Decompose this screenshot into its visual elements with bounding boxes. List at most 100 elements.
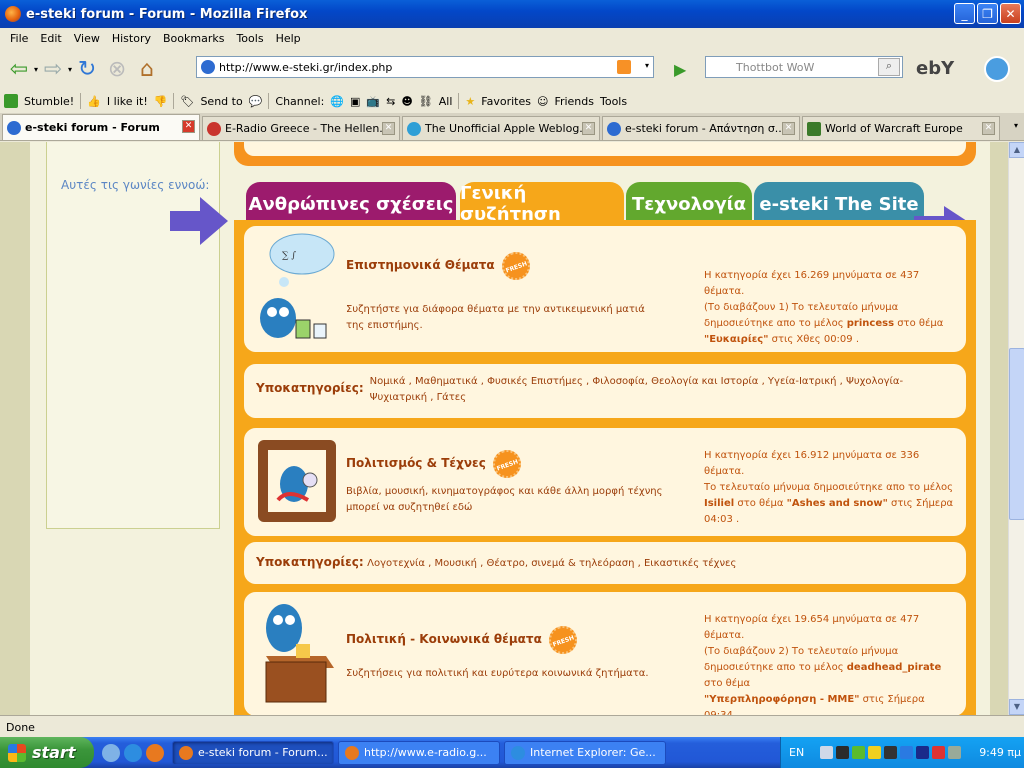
menu-history[interactable]: History bbox=[106, 32, 157, 45]
tray-media-icon[interactable] bbox=[836, 746, 850, 759]
all-dropdown[interactable]: All bbox=[439, 95, 453, 108]
tray-skype-icon[interactable] bbox=[900, 746, 914, 759]
shuffle-icon[interactable]: ⇆ bbox=[386, 95, 395, 108]
tray-network-icon[interactable] bbox=[932, 746, 946, 759]
svg-text:∑ ∫: ∑ ∫ bbox=[282, 251, 296, 261]
category-tab-site[interactable]: e-steki The Site bbox=[754, 182, 924, 222]
url-dropdown-icon[interactable]: ▾ bbox=[645, 61, 649, 70]
reload-icon[interactable]: ↻ bbox=[72, 55, 102, 83]
task-button-ie[interactable]: Internet Explorer: Ge... bbox=[504, 740, 666, 765]
home-icon[interactable]: ⌂ bbox=[132, 55, 162, 83]
task-button-e-radio[interactable]: http://www.e-radio.g... bbox=[338, 740, 500, 765]
category-tab-relationships[interactable]: Ανθρώπινες σχέσεις bbox=[246, 182, 456, 222]
menu-tools[interactable]: Tools bbox=[230, 32, 269, 45]
tab-close-icon[interactable]: ✕ bbox=[982, 122, 995, 135]
last-post-topic-link[interactable]: "Ashes and snow" bbox=[787, 498, 888, 509]
menu-view[interactable]: View bbox=[68, 32, 106, 45]
globe-icon[interactable]: 🌐 bbox=[330, 95, 344, 108]
tv-icon[interactable]: 📺 bbox=[366, 95, 380, 108]
search-input[interactable]: Thottbot WoW ⌕ bbox=[705, 56, 903, 78]
forum-description: Συζητήστε για διάφορα θέματα με την αντι… bbox=[346, 304, 645, 331]
tray-play-icon[interactable] bbox=[916, 746, 930, 759]
fresh-badge-icon: FRESH bbox=[545, 622, 582, 658]
forum-title-link[interactable]: Πολιτισμός & Τέχνες bbox=[346, 456, 486, 470]
menu-help[interactable]: Help bbox=[270, 32, 307, 45]
back-icon[interactable]: ⇦ bbox=[4, 55, 34, 83]
ebay-logo-icon[interactable]: ebY bbox=[916, 58, 954, 79]
language-indicator[interactable]: EN bbox=[789, 746, 804, 759]
thumbs-up-icon[interactable]: 👍 bbox=[87, 95, 101, 108]
stumble-toolbar: Stumble! 👍 I like it! 👎 🏷 Send to 💬 Chan… bbox=[0, 90, 1024, 112]
ie-icon[interactable] bbox=[124, 743, 142, 762]
tray-back-icon[interactable] bbox=[820, 746, 834, 759]
tools-dropdown[interactable]: Tools bbox=[600, 95, 627, 108]
tab-close-icon[interactable]: ✕ bbox=[782, 122, 795, 135]
i-like-it-button[interactable]: I like it! bbox=[107, 95, 148, 108]
go-icon[interactable]: ▶ bbox=[674, 60, 686, 79]
last-post-user-link[interactable]: princess bbox=[847, 318, 894, 329]
category-tab-technology[interactable]: Τεχνολογία bbox=[626, 182, 752, 222]
tag-icon[interactable]: 🏷 bbox=[180, 95, 194, 108]
tab-close-icon[interactable]: ✕ bbox=[182, 120, 195, 133]
minimize-button[interactable]: _ bbox=[954, 3, 975, 24]
thumbs-down-icon[interactable]: 👎 bbox=[154, 95, 168, 108]
left-arrow-icon bbox=[170, 197, 228, 245]
search-icon[interactable]: ⌕ bbox=[878, 58, 900, 76]
task-button-firefox[interactable]: e-steki forum - Forum... bbox=[172, 740, 334, 765]
scroll-down-icon[interactable]: ▼ bbox=[1009, 699, 1024, 715]
subcategories-links[interactable]: Νομικά , Μαθηματικά , Φυσικές Επιστήμες … bbox=[370, 374, 954, 406]
tab-e-steki[interactable]: e-steki forum - Forum ✕ bbox=[2, 114, 200, 140]
stumble-button[interactable]: Stumble! bbox=[24, 95, 74, 108]
photo-icon[interactable]: ▣ bbox=[350, 95, 360, 108]
vertical-scrollbar[interactable]: ▲ ▼ bbox=[1008, 142, 1024, 715]
firefox-quicklaunch-icon[interactable] bbox=[146, 743, 164, 762]
tab-wow[interactable]: World of Warcraft Europe ✕ bbox=[802, 116, 1000, 140]
tab-e-radio[interactable]: E-Radio Greece - The Hellen... ✕ bbox=[202, 116, 400, 140]
favorites-button[interactable]: Favorites bbox=[481, 95, 531, 108]
stop-icon[interactable]: ⊗ bbox=[102, 55, 132, 83]
category-tab-general[interactable]: Γενική συζήτηση bbox=[460, 182, 624, 225]
forum-stats-line: (Το διαβάζουν 1) Το τελευταίο μήνυμα bbox=[704, 302, 899, 313]
star-icon[interactable]: ★ bbox=[465, 95, 475, 108]
task-label: http://www.e-radio.g... bbox=[364, 746, 487, 759]
menu-edit[interactable]: Edit bbox=[34, 32, 67, 45]
last-post-topic-link[interactable]: "Υπερπληροφόρηση - ΜΜΕ" bbox=[704, 694, 859, 705]
link-icon[interactable]: ⛓ bbox=[419, 95, 433, 108]
tray-app-icon[interactable] bbox=[884, 746, 898, 759]
people-icon[interactable]: ☻ bbox=[401, 95, 412, 108]
forum-stats: Η κατηγορία έχει 19.654 μηνύματα σε 477 … bbox=[704, 612, 954, 715]
forum-title-link[interactable]: Πολιτική - Κοινωνικά θέματα bbox=[346, 632, 542, 646]
last-post-user-link[interactable]: deadhead_pirate bbox=[847, 662, 941, 673]
subcategories-links[interactable]: Λογοτεχνία , Μουσική , Θέατρο, σινεμά & … bbox=[367, 558, 736, 569]
forward-icon[interactable]: ⇨ bbox=[38, 55, 68, 83]
forum-stats: Η κατηγορία έχει 16.269 μηνύματα σε 437 … bbox=[704, 268, 954, 348]
tab-close-icon[interactable]: ✕ bbox=[582, 122, 595, 135]
scroll-up-icon[interactable]: ▲ bbox=[1009, 142, 1024, 158]
close-button[interactable]: ✕ bbox=[1000, 3, 1021, 24]
maximize-button[interactable]: ❐ bbox=[977, 3, 998, 24]
scrollbar-thumb[interactable] bbox=[1009, 348, 1024, 520]
tab-list-icon[interactable]: ▾ bbox=[1014, 121, 1018, 130]
menu-file[interactable]: File bbox=[4, 32, 34, 45]
address-bar[interactable]: http://www.e-steki.gr/index.php ▾ bbox=[196, 56, 654, 78]
last-post-topic-link[interactable]: "Ευκαιρίες" bbox=[704, 334, 768, 345]
rss-icon[interactable] bbox=[617, 60, 631, 74]
friends-icon[interactable]: ☺ bbox=[537, 95, 548, 108]
tab-label: World of Warcraft Europe bbox=[825, 122, 963, 135]
start-button[interactable]: start bbox=[0, 737, 94, 768]
menu-bookmarks[interactable]: Bookmarks bbox=[157, 32, 230, 45]
tray-volume-icon[interactable] bbox=[948, 746, 962, 759]
tab-close-icon[interactable]: ✕ bbox=[382, 122, 395, 135]
tab-e-steki-reply[interactable]: e-steki forum - Απάντηση σ... ✕ bbox=[602, 116, 800, 140]
friends-button[interactable]: Friends bbox=[554, 95, 594, 108]
forum-title-link[interactable]: Επιστημονικά Θέματα bbox=[346, 258, 495, 272]
tray-meter-icon[interactable] bbox=[852, 746, 866, 759]
tray-pause-icon[interactable] bbox=[868, 746, 882, 759]
tab-tuaw[interactable]: The Unofficial Apple Weblog... ✕ bbox=[402, 116, 600, 140]
tab-favicon-icon bbox=[207, 121, 221, 136]
desktop-icon[interactable] bbox=[102, 743, 120, 762]
comment-icon[interactable]: 💬 bbox=[249, 95, 263, 108]
last-post-user-link[interactable]: Isiliel bbox=[704, 498, 734, 509]
send-to-button[interactable]: Send to bbox=[200, 95, 242, 108]
skype-icon[interactable] bbox=[984, 56, 1010, 82]
